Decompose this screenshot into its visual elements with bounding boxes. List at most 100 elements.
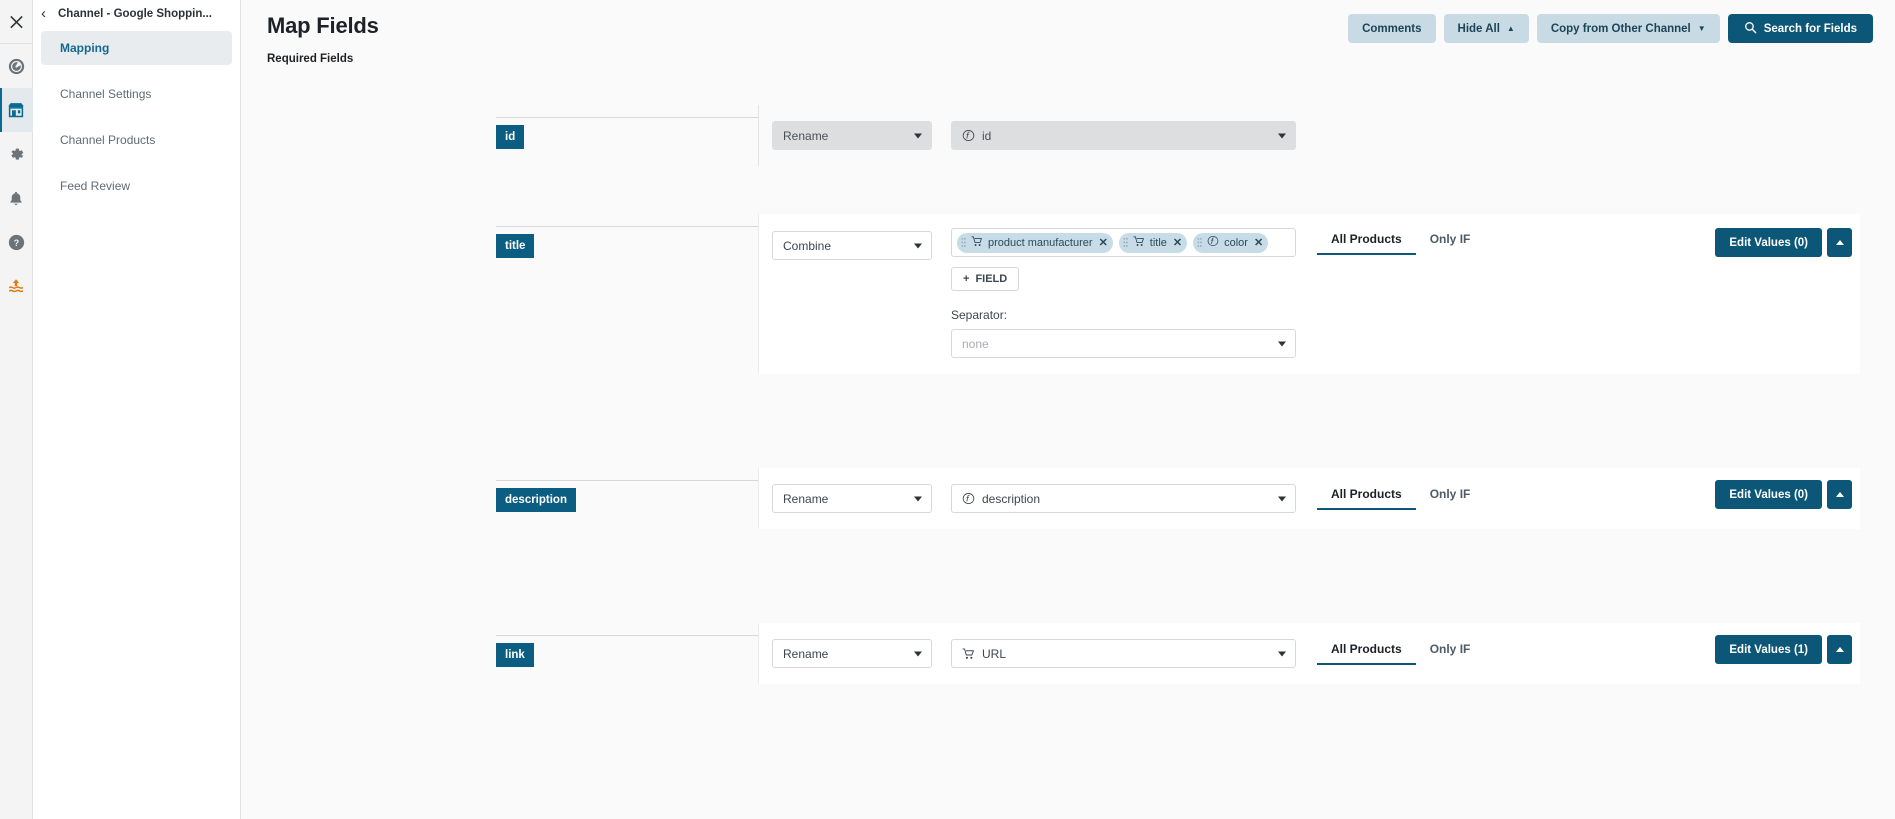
chevron-down-icon xyxy=(914,133,922,138)
row-actions: Edit Values (0) xyxy=(1715,228,1860,257)
sidebar-item-label: Channel Products xyxy=(60,133,155,147)
operation-select[interactable]: Rename xyxy=(772,121,932,150)
search-for-fields-label: Search for Fields xyxy=(1764,23,1857,35)
search-icon xyxy=(1744,21,1757,37)
page-title: Map Fields xyxy=(267,13,379,39)
chevron-up-icon xyxy=(1836,647,1844,652)
row-right-controls: All Products Only IF Edit Values (1) xyxy=(1317,638,1860,665)
combine-fields-box[interactable]: product manufacturer ✕ title ✕ xyxy=(951,228,1296,257)
mapping-row-id: id Rename id xyxy=(241,105,1895,166)
tab-all-products[interactable]: All Products xyxy=(1317,232,1416,255)
field-name-badge: link xyxy=(496,643,534,667)
back-chevron-icon[interactable]: ‹ xyxy=(37,6,50,21)
comments-button[interactable]: Comments xyxy=(1348,14,1435,43)
drag-handle-icon[interactable] xyxy=(1197,237,1202,248)
combine-column: product manufacturer ✕ title ✕ xyxy=(932,228,1296,358)
row-panel: Rename id xyxy=(758,105,1860,166)
sidebar-item-feed-review[interactable]: Feed Review xyxy=(41,169,232,203)
chevron-down-icon xyxy=(1278,341,1286,346)
cart-icon xyxy=(962,648,975,660)
collapse-row-button[interactable] xyxy=(1827,480,1852,509)
chevron-up-icon xyxy=(1836,240,1844,245)
notifications-bell-icon-button[interactable] xyxy=(0,176,33,220)
collapse-row-button[interactable] xyxy=(1827,228,1852,257)
separator-select[interactable]: none xyxy=(951,329,1296,358)
row-right-controls: All Products Only IF Edit Values (0) xyxy=(1317,228,1860,257)
app-root: ? ‹ Channel - Google Shoppin... Mapping xyxy=(0,0,1895,819)
operation-select-value: Combine xyxy=(783,239,831,253)
help-icon: ? xyxy=(8,234,25,251)
operation-select[interactable]: Rename xyxy=(772,639,932,668)
channels-icon-button[interactable] xyxy=(0,88,33,132)
collapse-row-button[interactable] xyxy=(1827,635,1852,664)
hide-all-button-label: Hide All xyxy=(1458,23,1500,35)
sidebar-item-label: Channel Settings xyxy=(60,87,151,101)
row-panel: Rename URL All Products xyxy=(758,623,1860,684)
combine-chip[interactable]: title ✕ xyxy=(1119,233,1187,253)
remove-chip-icon[interactable]: ✕ xyxy=(1253,236,1263,249)
tab-label: Only IF xyxy=(1430,642,1471,656)
sidebar-item-mapping[interactable]: Mapping xyxy=(41,31,232,65)
search-for-fields-button[interactable]: Search for Fields xyxy=(1728,14,1873,43)
tab-only-if[interactable]: Only IF xyxy=(1416,232,1485,255)
sidebar-item-channel-settings[interactable]: Channel Settings xyxy=(41,77,232,111)
tab-all-products[interactable]: All Products xyxy=(1317,642,1416,665)
row-connector-line xyxy=(496,480,758,481)
chevron-down-icon xyxy=(1278,651,1286,656)
source-field-value: description xyxy=(982,492,1040,506)
remove-chip-icon[interactable]: ✕ xyxy=(1172,236,1182,249)
sidebar-item-channel-products[interactable]: Channel Products xyxy=(41,123,232,157)
row-field-area: link xyxy=(241,623,758,667)
channel-sidebar: ‹ Channel - Google Shoppin... Mapping Ch… xyxy=(33,0,241,819)
export-upload-icon xyxy=(7,278,25,295)
operation-select-value: Rename xyxy=(783,492,828,506)
tab-label: Only IF xyxy=(1430,232,1471,246)
icon-rail: ? xyxy=(0,0,33,819)
tab-only-if[interactable]: Only IF xyxy=(1416,642,1485,665)
chevron-down-icon xyxy=(914,243,922,248)
row-connector-line xyxy=(496,635,758,636)
chevron-up-icon xyxy=(1836,492,1844,497)
source-field-select[interactable]: URL xyxy=(951,639,1296,668)
drag-handle-icon[interactable] xyxy=(1123,237,1128,248)
cart-icon xyxy=(971,236,983,250)
source-field-select[interactable]: id xyxy=(951,121,1296,150)
settings-gear-icon-button[interactable] xyxy=(0,132,33,176)
help-icon-button[interactable]: ? xyxy=(0,220,33,264)
mapping-row-title: title Combine xyxy=(241,214,1895,374)
operation-select[interactable]: Combine xyxy=(772,231,932,260)
dashboard-icon-button[interactable] xyxy=(0,44,33,88)
tab-only-if[interactable]: Only IF xyxy=(1416,487,1485,510)
close-icon-button[interactable] xyxy=(0,0,33,44)
copy-from-other-channel-label: Copy from Other Channel xyxy=(1551,23,1691,35)
remove-chip-icon[interactable]: ✕ xyxy=(1098,236,1108,249)
scope-tabs: All Products Only IF xyxy=(1317,638,1484,665)
combine-chip[interactable]: product manufacturer ✕ xyxy=(957,233,1113,253)
plus-icon: + xyxy=(963,273,969,285)
copy-from-other-channel-button[interactable]: Copy from Other Channel ▼ xyxy=(1537,14,1720,43)
sidebar-title: Channel - Google Shoppin... xyxy=(58,8,212,20)
source-field-value: URL xyxy=(982,647,1006,661)
operation-select[interactable]: Rename xyxy=(772,484,932,513)
edit-values-button[interactable]: Edit Values (0) xyxy=(1715,480,1822,509)
row-panel: Rename description All Products xyxy=(758,468,1860,529)
chevron-down-icon xyxy=(1278,133,1286,138)
drag-handle-icon[interactable] xyxy=(961,237,966,248)
comments-button-label: Comments xyxy=(1362,23,1421,35)
hide-all-button[interactable]: Hide All ▲ xyxy=(1444,14,1529,43)
mapping-row-description: description Rename description xyxy=(241,468,1895,529)
edit-values-button[interactable]: Edit Values (0) xyxy=(1715,228,1822,257)
export-upload-icon-button[interactable] xyxy=(0,264,33,308)
tab-all-products[interactable]: All Products xyxy=(1317,487,1416,510)
edit-values-button[interactable]: Edit Values (1) xyxy=(1715,635,1822,664)
sidebar-item-label: Feed Review xyxy=(60,179,130,193)
settings-gear-icon xyxy=(8,146,25,163)
field-name-badge: title xyxy=(496,234,534,258)
combine-chip[interactable]: color ✕ xyxy=(1193,233,1268,253)
tab-label: Only IF xyxy=(1430,487,1471,501)
function-icon xyxy=(1207,235,1219,250)
cart-icon xyxy=(1133,236,1145,250)
add-field-button[interactable]: + FIELD xyxy=(951,267,1019,291)
source-field-select[interactable]: description xyxy=(951,484,1296,513)
function-icon xyxy=(962,492,975,505)
